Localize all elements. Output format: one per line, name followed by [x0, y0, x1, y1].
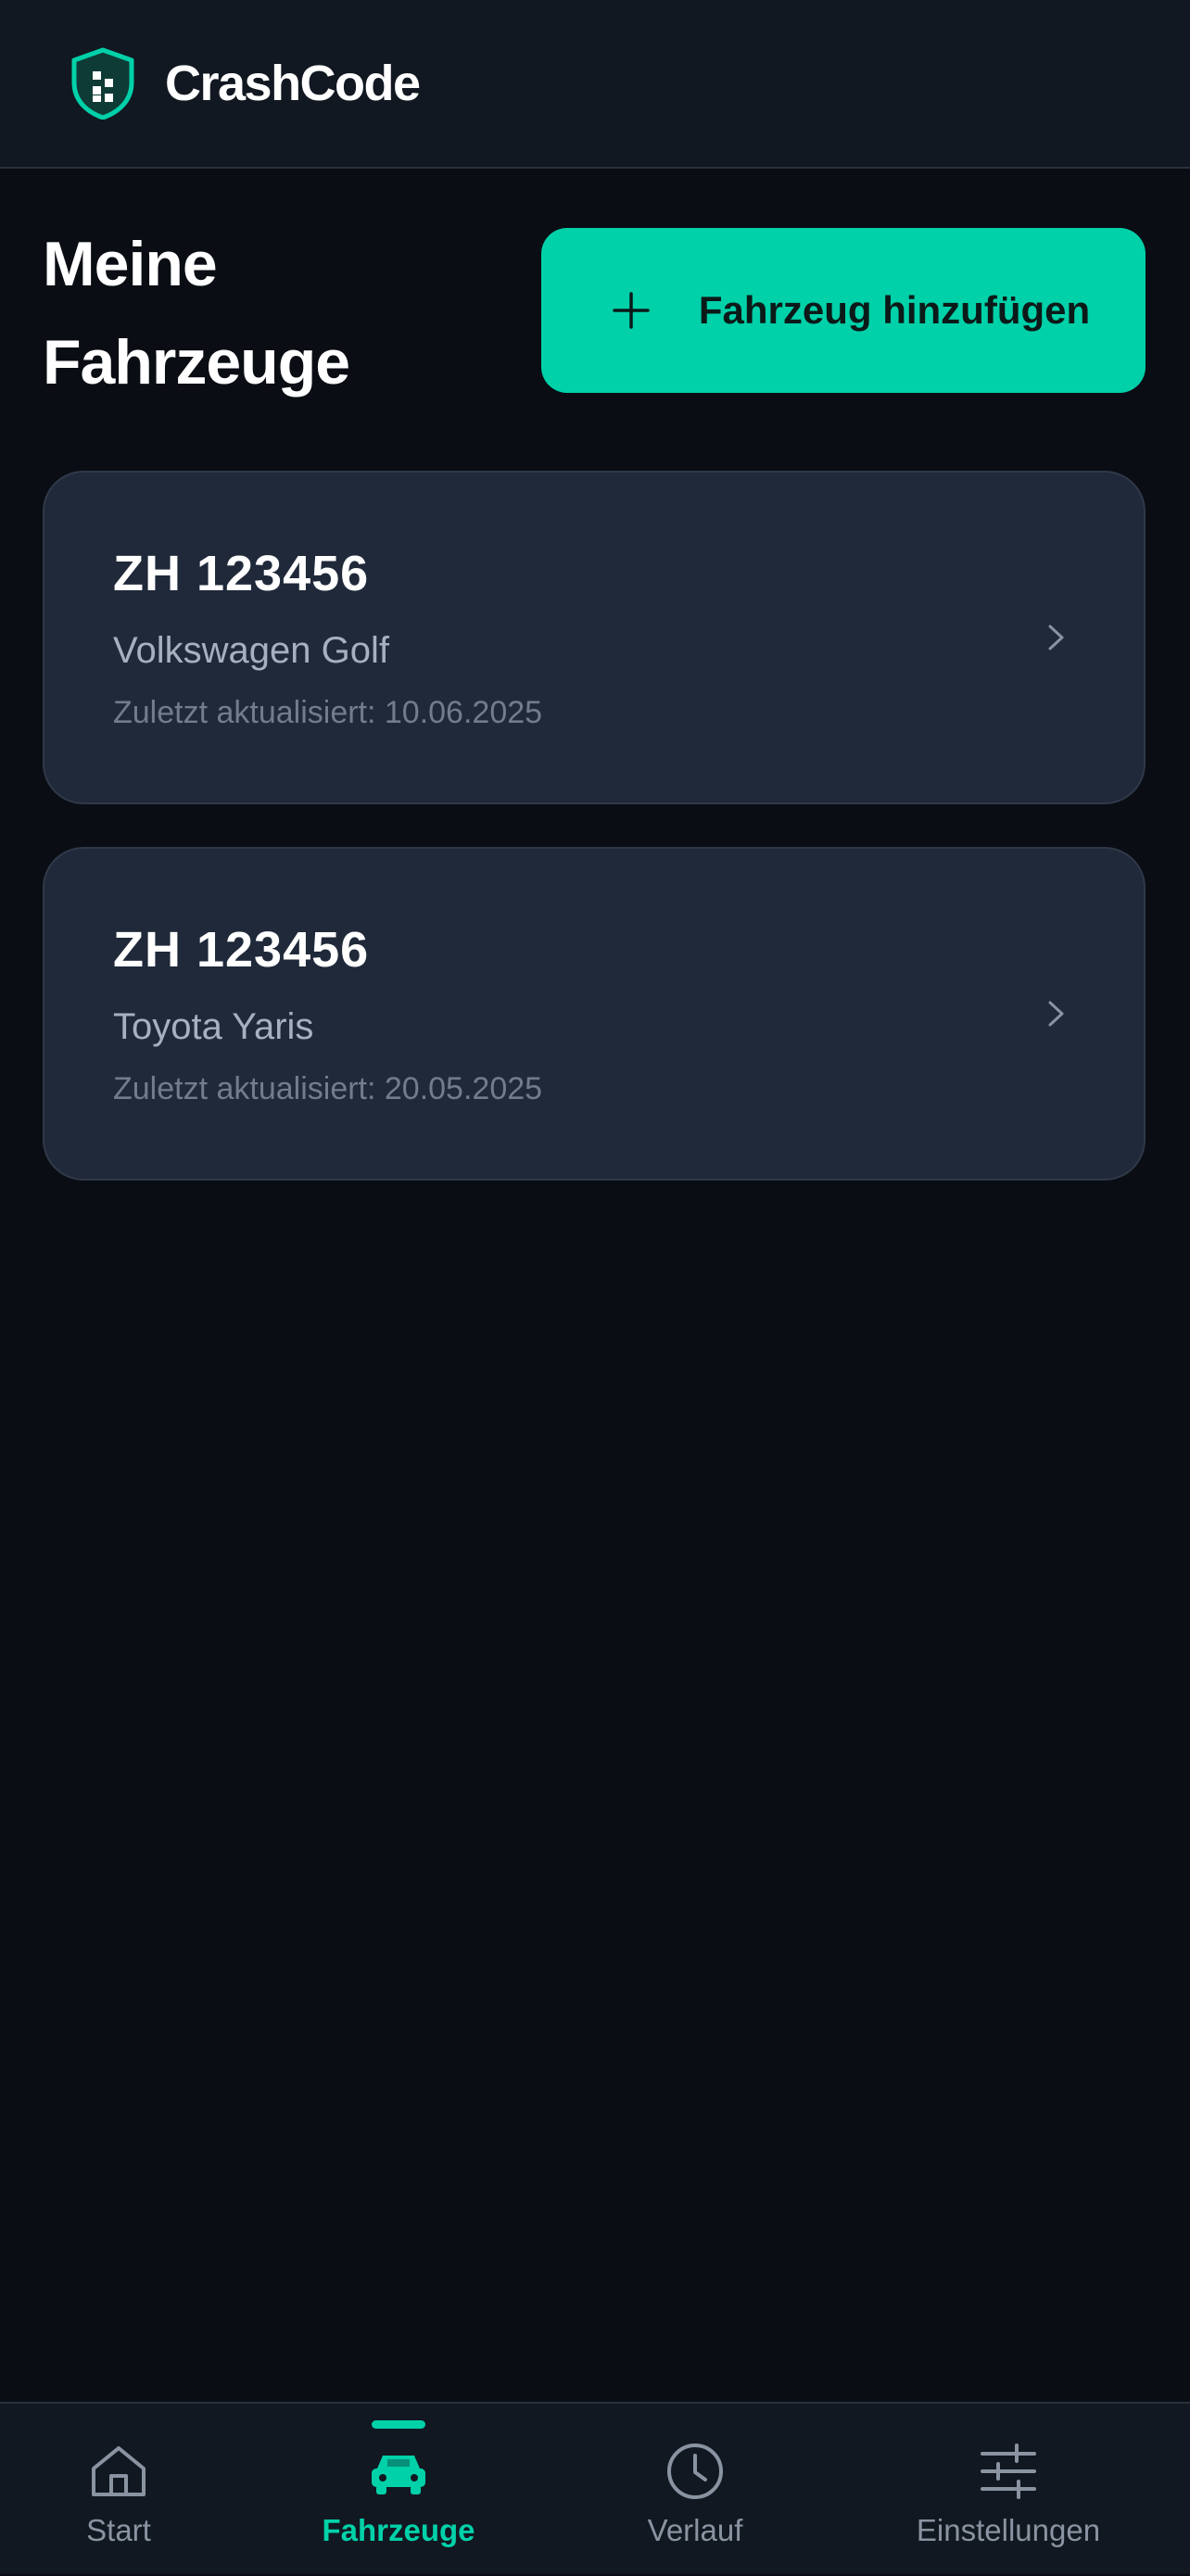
app-title: CrashCode [165, 56, 421, 111]
nav-label-einstellungen: Einstellungen [916, 2513, 1101, 2547]
sliders-icon [981, 2443, 1036, 2499]
vehicle-card[interactable]: ZH 123456 Toyota Yaris Zuletzt aktualisi… [43, 847, 1146, 1181]
bottom-nav: Start Fahrzeuge Verlauf Einstellungen [0, 2402, 1190, 2574]
vehicle-updated: Zuletzt aktualisiert: 20.05.2025 [113, 1071, 543, 1106]
nav-item-fahrzeuge[interactable]: Fahrzeuge [306, 2404, 491, 2576]
clock-icon [667, 2443, 723, 2499]
vehicle-plate: ZH 123456 [113, 546, 370, 601]
active-tab-indicator [372, 2420, 425, 2429]
vehicle-updated: Zuletzt aktualisiert: 10.06.2025 [113, 695, 543, 730]
vehicle-model: Volkswagen Golf [113, 630, 389, 671]
add-vehicle-button[interactable]: Fahrzeug hinzufügen [541, 228, 1146, 393]
vehicle-card[interactable]: ZH 123456 Volkswagen Golf Zuletzt aktual… [43, 471, 1146, 804]
app-header: CrashCode [0, 0, 1190, 169]
nav-item-verlauf[interactable]: Verlauf [602, 2404, 788, 2576]
nav-item-einstellungen[interactable]: Einstellungen [888, 2404, 1129, 2576]
home-icon [92, 2446, 146, 2496]
vehicle-model: Toyota Yaris [113, 1006, 314, 1047]
shield-icon [71, 47, 134, 120]
nav-label-start: Start [86, 2513, 151, 2547]
nav-label-verlauf: Verlauf [647, 2513, 743, 2547]
plus-icon [613, 292, 650, 329]
car-icon [372, 2456, 425, 2494]
add-vehicle-button-label: Fahrzeug hinzufügen [698, 288, 1091, 332]
vehicle-plate: ZH 123456 [113, 922, 370, 978]
nav-label-fahrzeuge: Fahrzeuge [322, 2513, 475, 2547]
chevron-right-icon [1048, 1001, 1064, 1027]
nav-item-start[interactable]: Start [35, 2404, 202, 2576]
chevron-right-icon [1048, 625, 1064, 650]
page-title: Meine Fahrzeuge [43, 229, 350, 398]
